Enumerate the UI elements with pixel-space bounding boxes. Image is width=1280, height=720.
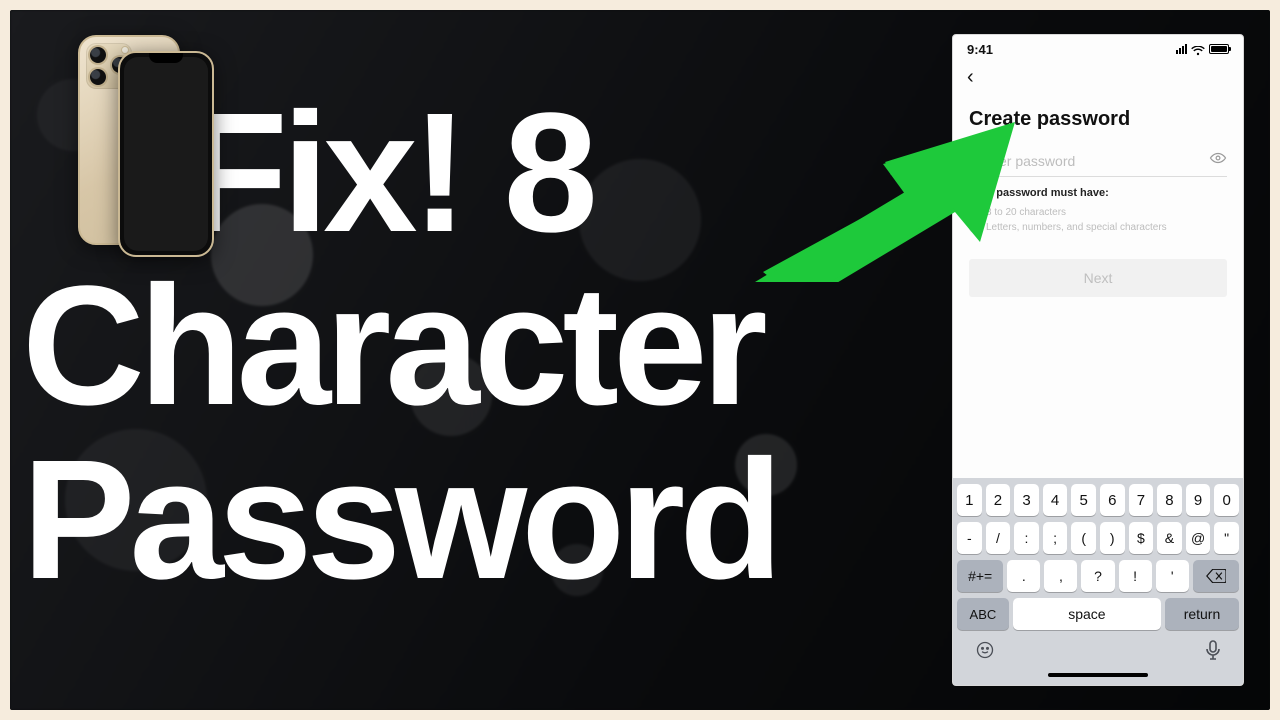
- key[interactable]: 4: [1043, 484, 1068, 516]
- cellular-signal-icon: [1176, 44, 1187, 54]
- thumbnail-stage: Fix! 8 Character Password 9:41: [10, 10, 1270, 710]
- key[interactable]: .: [1007, 560, 1040, 592]
- key[interactable]: -: [957, 522, 982, 554]
- requirements-list: 8 to 20 characters Letters, numbers, and…: [953, 205, 1243, 235]
- requirement-item: 8 to 20 characters: [969, 205, 1227, 220]
- battery-icon: [1209, 44, 1229, 54]
- space-key[interactable]: space: [1013, 598, 1161, 630]
- emoji-key-icon[interactable]: [975, 640, 995, 665]
- key[interactable]: ;: [1043, 522, 1068, 554]
- key[interactable]: ,: [1044, 560, 1077, 592]
- key[interactable]: 3: [1014, 484, 1039, 516]
- dictation-icon[interactable]: [1205, 640, 1221, 665]
- key[interactable]: $: [1129, 522, 1154, 554]
- text-cursor-icon: [969, 152, 970, 170]
- key[interactable]: ): [1100, 522, 1125, 554]
- show-password-icon[interactable]: [1209, 149, 1227, 172]
- key[interactable]: &: [1157, 522, 1182, 554]
- key[interactable]: 5: [1071, 484, 1096, 516]
- requirement-item: Letters, numbers, and special characters: [969, 220, 1227, 235]
- key[interactable]: ?: [1081, 560, 1114, 592]
- phone-screenshot: 9:41 ‹ Create password: [952, 34, 1244, 686]
- key[interactable]: 9: [1186, 484, 1211, 516]
- key[interactable]: ": [1214, 522, 1239, 554]
- page-title: Create password: [953, 88, 1243, 145]
- key[interactable]: 8: [1157, 484, 1182, 516]
- home-indicator[interactable]: [1048, 673, 1148, 677]
- keyboard-row-1: 1 2 3 4 5 6 7 8 9 0: [957, 484, 1239, 516]
- keyboard-row-3: #+= . , ? ! ': [957, 560, 1239, 592]
- check-circle-icon: [969, 222, 980, 233]
- check-circle-icon: [969, 207, 980, 218]
- backspace-key[interactable]: [1193, 560, 1239, 592]
- key[interactable]: 1: [957, 484, 982, 516]
- keyboard-row-2: - / : ; ( ) $ & @ ": [957, 522, 1239, 554]
- key[interactable]: 6: [1100, 484, 1125, 516]
- back-button[interactable]: ‹: [967, 67, 974, 87]
- key[interactable]: (: [1071, 522, 1096, 554]
- next-button[interactable]: Next: [969, 259, 1227, 297]
- key[interactable]: @: [1186, 522, 1211, 554]
- return-key[interactable]: return: [1165, 598, 1239, 630]
- ios-keyboard: 1 2 3 4 5 6 7 8 9 0 - / : ; ( ): [953, 478, 1243, 685]
- abc-key[interactable]: ABC: [957, 598, 1009, 630]
- password-field[interactable]: [969, 145, 1227, 177]
- iphone-hardware-illustration: [78, 35, 204, 265]
- key[interactable]: ': [1156, 560, 1189, 592]
- key[interactable]: 7: [1129, 484, 1154, 516]
- key[interactable]: 0: [1214, 484, 1239, 516]
- wifi-icon: [1191, 44, 1205, 54]
- shift-key[interactable]: #+=: [957, 560, 1003, 592]
- keyboard-row-4: ABC space return: [957, 598, 1239, 630]
- key[interactable]: 2: [986, 484, 1011, 516]
- key[interactable]: !: [1119, 560, 1152, 592]
- key[interactable]: /: [986, 522, 1011, 554]
- status-time: 9:41: [967, 42, 993, 57]
- requirements-heading: Your password must have:: [953, 177, 1243, 205]
- key[interactable]: :: [1014, 522, 1039, 554]
- status-bar: 9:41: [953, 35, 1243, 63]
- password-input[interactable]: [978, 153, 1201, 169]
